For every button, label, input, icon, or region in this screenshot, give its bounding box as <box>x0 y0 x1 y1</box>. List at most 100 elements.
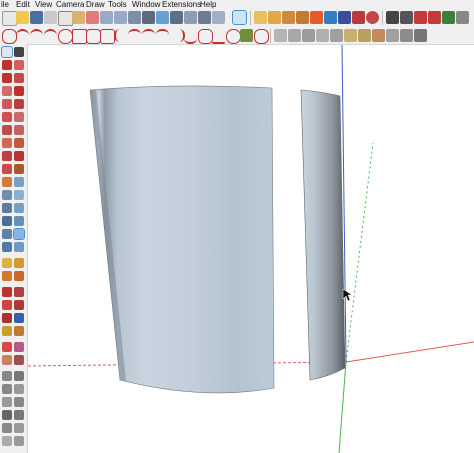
view-front-icon[interactable] <box>2 384 12 394</box>
cut-icon[interactable] <box>44 11 57 24</box>
menu-edit[interactable]: Edit <box>16 0 30 9</box>
new-icon[interactable] <box>2 11 17 26</box>
text-tool-icon[interactable] <box>14 164 24 174</box>
save-icon[interactable] <box>30 11 43 24</box>
styles-icon[interactable] <box>198 11 211 24</box>
zoom-window-tool-icon[interactable] <box>2 229 12 239</box>
stamp-tool-icon[interactable] <box>14 271 24 281</box>
offset-icon[interactable] <box>198 29 213 44</box>
geo-location-icon[interactable] <box>2 326 12 336</box>
menu-view[interactable]: View <box>35 0 52 9</box>
smoove-tool-icon[interactable] <box>2 271 12 281</box>
paint-bucket-tool-icon[interactable] <box>2 177 12 187</box>
arc-tool-icon[interactable] <box>2 73 12 83</box>
two-point-arc-icon[interactable] <box>30 29 43 44</box>
erase-icon[interactable] <box>86 11 99 24</box>
pie-icon[interactable] <box>58 29 73 44</box>
circle-tool-icon[interactable] <box>14 86 24 96</box>
add-location-icon[interactable] <box>14 342 24 352</box>
photo-textures-icon[interactable] <box>14 326 24 336</box>
axes-tool-icon[interactable] <box>14 177 24 187</box>
record-icon[interactable] <box>366 11 379 24</box>
paint-icon[interactable] <box>268 11 281 24</box>
match-photo-icon[interactable] <box>372 29 385 42</box>
union-icon[interactable] <box>274 29 287 42</box>
subtract-icon[interactable] <box>288 29 301 42</box>
position-tool-icon[interactable] <box>14 216 24 226</box>
eraser-tool-icon[interactable] <box>14 47 24 57</box>
three-point-arc-icon[interactable] <box>44 29 57 44</box>
line-icon[interactable] <box>128 29 141 44</box>
ruby-console-icon[interactable] <box>2 313 12 323</box>
warehouse-tool-icon[interactable] <box>14 300 24 310</box>
ruby-icon[interactable] <box>352 11 365 24</box>
rotate-tool-icon[interactable] <box>14 125 24 135</box>
shaded-textures-icon[interactable] <box>14 436 24 446</box>
protractor-tool-icon[interactable] <box>14 151 24 161</box>
open-icon[interactable] <box>16 11 29 24</box>
menu-draw[interactable]: Draw <box>86 0 105 9</box>
xray-icon[interactable] <box>456 11 469 24</box>
flip-tool-icon[interactable] <box>14 138 24 148</box>
pan-tool-icon[interactable] <box>2 242 12 252</box>
dimension-tool-icon[interactable] <box>2 164 12 174</box>
hidden-line-icon[interactable] <box>14 423 24 433</box>
toggle-terrain-icon[interactable] <box>2 355 12 365</box>
outer-shell-icon[interactable] <box>254 29 269 44</box>
tape-measure-tool-icon[interactable] <box>2 151 12 161</box>
rectangle-icon[interactable] <box>72 29 87 44</box>
rectangle-tool-icon[interactable] <box>2 86 12 96</box>
paste-icon[interactable] <box>72 11 85 24</box>
view-iso-icon[interactable] <box>2 371 12 381</box>
model-tools-icon[interactable] <box>400 29 413 42</box>
push-pull-icon[interactable] <box>212 29 225 44</box>
layers-icon[interactable] <box>296 11 309 24</box>
select-tool-icon[interactable] <box>1 46 13 58</box>
camera-icon[interactable] <box>170 11 183 24</box>
back-edges-icon[interactable] <box>14 410 24 420</box>
warehouse-icon[interactable] <box>310 11 323 24</box>
menu-window[interactable]: Window <box>132 0 160 9</box>
model-info-icon[interactable] <box>212 11 225 24</box>
extension-warehouse-icon[interactable] <box>324 11 337 24</box>
rotated-rectangle-icon[interactable] <box>86 29 101 44</box>
zoom-extents-icon[interactable] <box>156 11 169 24</box>
bezier-icon[interactable] <box>142 29 155 44</box>
push-pull-tool-icon[interactable] <box>14 99 24 109</box>
section-icon[interactable] <box>442 11 455 24</box>
fog-icon[interactable] <box>358 29 371 42</box>
sandbox-icon[interactable] <box>282 11 295 24</box>
wave-icon[interactable] <box>184 29 197 44</box>
dimension-icon[interactable] <box>414 11 427 24</box>
arc-icon[interactable] <box>16 29 29 44</box>
flip-edge-tool-icon[interactable] <box>2 300 12 310</box>
follow-me-icon[interactable] <box>226 29 241 44</box>
view-back-icon[interactable] <box>2 397 12 407</box>
components-icon[interactable] <box>254 11 267 24</box>
view-right-icon[interactable] <box>14 384 24 394</box>
model-viewport[interactable] <box>28 45 474 453</box>
walk-tool-icon[interactable] <box>2 203 12 213</box>
extension-manager-icon[interactable] <box>14 313 24 323</box>
redo-icon[interactable] <box>114 11 127 24</box>
polygon-icon[interactable] <box>114 29 129 42</box>
shadows-icon[interactable] <box>344 29 357 42</box>
zoom-tool-icon[interactable] <box>14 242 24 252</box>
spline-icon[interactable] <box>170 29 185 42</box>
copy-icon[interactable] <box>58 11 73 26</box>
solid-tools-icon[interactable] <box>386 29 399 42</box>
split-icon[interactable] <box>316 29 329 42</box>
photo-match-icon[interactable] <box>14 355 24 365</box>
move-tool-icon[interactable] <box>2 125 12 135</box>
circle-icon[interactable] <box>100 29 115 44</box>
entity-info-icon[interactable] <box>414 29 427 42</box>
view-left-icon[interactable] <box>14 397 24 407</box>
xray-view-icon[interactable] <box>2 410 12 420</box>
section-plane-tool-icon[interactable] <box>2 190 12 200</box>
home-icon[interactable] <box>142 11 155 24</box>
shaded-icon[interactable] <box>2 436 12 446</box>
scenes-icon[interactable] <box>330 29 343 42</box>
print-icon[interactable] <box>128 11 141 24</box>
look-around-tool-icon[interactable] <box>14 203 24 213</box>
offset-tool-icon[interactable] <box>2 112 12 122</box>
